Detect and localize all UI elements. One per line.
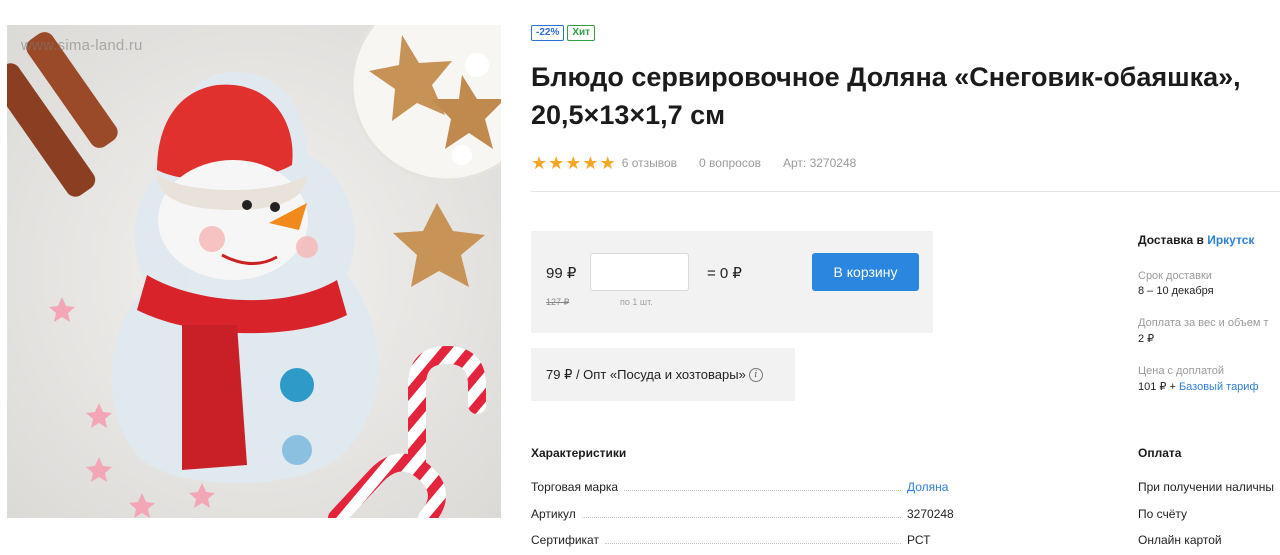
surcharge-value: 2 ₽ bbox=[1138, 333, 1155, 345]
payment-title: Оплата bbox=[1138, 446, 1182, 460]
payment-option-card: Онлайн картой bbox=[1138, 533, 1222, 547]
dotted-leader bbox=[581, 517, 901, 518]
payment-option-cash: При получении наличны bbox=[1138, 480, 1275, 494]
divider bbox=[531, 191, 1280, 192]
char-value: РСТ bbox=[907, 533, 931, 547]
info-icon[interactable]: i bbox=[748, 367, 763, 382]
tariff-link[interactable]: Базовый тариф bbox=[1179, 381, 1259, 393]
city-link[interactable]: Иркутск bbox=[1207, 233, 1254, 247]
char-value: 3270248 bbox=[907, 507, 954, 521]
brand-link[interactable]: Доляна bbox=[907, 480, 951, 494]
wholesale-text: 79 ₽ / Опт «Посуда и хозтовары» bbox=[546, 366, 746, 382]
star-icon: ★ bbox=[565, 153, 582, 173]
questions-link[interactable]: 0 вопросов bbox=[699, 156, 761, 170]
delivery-term-value: 8 – 10 декабря bbox=[1138, 285, 1214, 297]
total-price: = 0 ₽ bbox=[707, 265, 742, 282]
star-icon: ★ bbox=[582, 153, 599, 173]
price-with-surcharge-value: 101 ₽ + Базовый тариф bbox=[1138, 380, 1280, 393]
reviews-link[interactable]: 6 отзывов bbox=[622, 156, 677, 170]
char-key: Торговая марка bbox=[531, 480, 619, 494]
product-title: Блюдо сервировочное Доляна «Снеговик-оба… bbox=[531, 62, 1241, 130]
payment-option-invoice: По счёту bbox=[1138, 507, 1188, 521]
char-row-certificate: Сертификат РСТ bbox=[531, 533, 951, 547]
hit-badge: Хит bbox=[567, 25, 596, 41]
star-icon: ★ bbox=[599, 153, 616, 173]
char-key: Артикул bbox=[531, 507, 576, 521]
char-row-article: Артикул 3270248 bbox=[531, 507, 954, 521]
old-price: 127 ₽ bbox=[546, 297, 570, 307]
delivery-title: Доставка в Иркутск bbox=[1138, 233, 1280, 247]
delivery-term-label: Срок доставки bbox=[1138, 270, 1212, 282]
add-to-cart-button[interactable]: В корзину bbox=[812, 253, 919, 291]
star-icon: ★ bbox=[531, 153, 548, 173]
product-meta: ★ ★ ★ ★ ★ 6 отзывов 0 вопросов Арт: 3270… bbox=[531, 154, 878, 172]
product-badges: -22% Хит bbox=[531, 25, 596, 41]
char-key: Сертификат bbox=[531, 533, 599, 547]
rating-stars[interactable]: ★ ★ ★ ★ ★ bbox=[531, 154, 616, 172]
wholesale-price[interactable]: 79 ₽ / Опт «Посуда и хозтовары» i bbox=[531, 348, 795, 401]
article-number: Арт: 3270248 bbox=[783, 156, 857, 170]
dotted-leader bbox=[624, 490, 901, 491]
discount-badge: -22% bbox=[531, 25, 565, 41]
purchase-box: 99 ₽ 127 ₽ по 1 шт. = 0 ₽ В корзину bbox=[531, 231, 933, 333]
dotted-leader bbox=[604, 543, 901, 544]
surcharge-label: Доплата за вес и объем т bbox=[1138, 317, 1269, 329]
delivery-title-prefix: Доставка в bbox=[1138, 233, 1204, 247]
price: 99 ₽ bbox=[546, 265, 577, 282]
quantity-input[interactable] bbox=[590, 253, 689, 291]
snowman-dish-illustration bbox=[7, 25, 501, 518]
price-with-surcharge-amount: 101 ₽ + bbox=[1138, 381, 1176, 393]
char-row-brand: Торговая марка Доляна bbox=[531, 480, 951, 494]
delivery-panel: Доставка в Иркутск Срок доставки 8 – 10 … bbox=[1138, 233, 1280, 393]
per-unit-label: по 1 шт. bbox=[620, 297, 653, 307]
characteristics-title: Характеристики bbox=[531, 446, 627, 460]
product-image[interactable]: www.sima-land.ru bbox=[7, 25, 501, 518]
image-watermark: www.sima-land.ru bbox=[21, 37, 143, 54]
price-with-surcharge-label: Цена с доплатой bbox=[1138, 365, 1225, 377]
star-icon: ★ bbox=[548, 153, 565, 173]
